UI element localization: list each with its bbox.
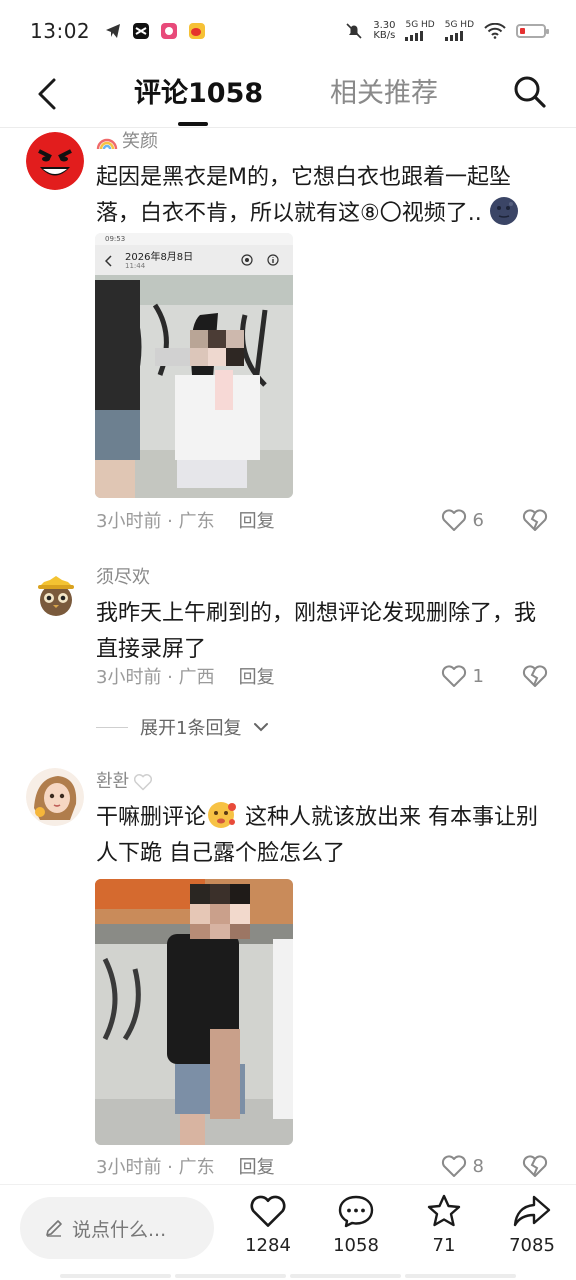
back-button[interactable]	[26, 74, 66, 114]
signal-sim1: 5G HD	[405, 21, 435, 41]
dislike-button[interactable]	[522, 1154, 548, 1178]
status-bar: 13:02 3.30 KB/s 5G HD 5G HD	[0, 0, 576, 62]
tab-indicator	[178, 122, 208, 126]
like-button[interactable]: 1	[441, 664, 484, 688]
comment-time-location: 3小时前 · 广东	[96, 1157, 215, 1178]
expand-divider	[96, 726, 128, 728]
comment-meta: 3小时前 · 广东 回复 8	[96, 1151, 548, 1181]
reply-button[interactable]: 回复	[239, 663, 275, 689]
heart-icon	[441, 665, 466, 687]
favorite-action[interactable]: 71	[404, 1193, 484, 1256]
home-indicator	[60, 1274, 516, 1278]
rainbow-icon	[96, 138, 118, 150]
avatar[interactable]	[32, 570, 80, 618]
comment-meta: 3小时前 · 广东 回复 6	[96, 505, 548, 535]
app-icon	[161, 23, 178, 39]
net-speed: 3.30 KB/s	[373, 20, 396, 41]
star-icon	[427, 1194, 461, 1227]
signal-bars-icon	[444, 30, 474, 41]
dislike-button[interactable]	[522, 508, 548, 532]
photo-image	[95, 879, 293, 1145]
comment-action[interactable]: 1058	[316, 1193, 396, 1256]
avatar[interactable]	[26, 768, 84, 826]
dislike-button[interactable]	[522, 664, 548, 688]
like-button[interactable]: 6	[441, 508, 484, 532]
comment-bubble-icon	[338, 1195, 374, 1228]
comment-input[interactable]: 说点什么...	[20, 1197, 214, 1259]
signal-sim2: 5G HD	[444, 21, 474, 41]
weibo-icon	[189, 23, 206, 39]
mute-bell-icon	[346, 23, 362, 39]
comment-text: 干嘛删评论 这种人就该放出来 有本事让别人下跪 自己露个脸怎么了	[96, 800, 548, 872]
dislike-heart-icon	[522, 509, 548, 531]
pencil-icon	[46, 1220, 62, 1237]
heart-icon	[441, 509, 466, 531]
heart-icon	[250, 1195, 286, 1227]
tab-comments[interactable]: 评论1058	[134, 74, 263, 114]
avatar[interactable]	[26, 132, 84, 190]
like-button[interactable]: 8	[441, 1154, 484, 1178]
comment-author[interactable]: 笑颜	[96, 128, 548, 156]
comment-time-location: 3小时前 · 广东	[96, 511, 215, 532]
dislike-heart-icon	[522, 665, 548, 687]
hot-face-emoji-icon	[208, 802, 237, 828]
share-action[interactable]: 7085	[492, 1193, 572, 1256]
search-button[interactable]	[510, 72, 550, 112]
share-arrow-icon	[513, 1195, 551, 1227]
tab-related[interactable]: 相关推荐	[330, 74, 438, 114]
reply-button[interactable]: 回复	[239, 1153, 275, 1179]
chevron-down-icon	[254, 723, 269, 732]
white-heart-icon	[134, 774, 153, 791]
heart-icon	[441, 1155, 466, 1177]
status-time: 13:02	[30, 19, 91, 43]
comment-image-screenshot[interactable]: 09:53 2026年8月8日 11:44	[95, 233, 293, 498]
back-arrow-icon	[38, 78, 56, 110]
comment-time-location: 3小时前 · 广西	[96, 667, 215, 688]
search-icon	[514, 76, 546, 108]
dislike-heart-icon	[522, 1155, 548, 1177]
moon-face-icon	[489, 197, 518, 225]
capcut-icon	[133, 23, 150, 39]
battery-icon	[516, 24, 549, 38]
comment-text: 起因是黑衣是M的，它想白衣也跟着一起坠落，白衣不肯，所以就有这⑧〇视频了..	[96, 160, 548, 232]
bottom-action-bar: 说点什么... 1284 1058 71 7085	[0, 1184, 576, 1280]
signal-bars-icon	[405, 30, 434, 41]
screenshot-status-bar: 09:53	[95, 233, 293, 245]
comment-author[interactable]: 须尽欢	[96, 564, 548, 592]
comment-meta: 3小时前 · 广西 回复 1	[96, 661, 548, 691]
expand-replies-button[interactable]: 展开1条回复	[96, 712, 269, 742]
telegram-icon	[106, 24, 121, 38]
like-action[interactable]: 1284	[228, 1193, 308, 1256]
comment-image-photo[interactable]	[95, 879, 293, 1145]
header: 评论1058 相关推荐	[0, 62, 576, 128]
screenshot-header: 2026年8月8日 11:44	[95, 245, 293, 275]
wifi-icon	[484, 23, 506, 39]
reply-button[interactable]: 回复	[239, 507, 275, 533]
notification-icons	[104, 22, 206, 40]
system-icons: 3.30 KB/s 5G HD 5G HD	[345, 20, 549, 41]
comment-text: 我昨天上午刷到的，刚想评论发现删除了，我直接录屏了	[96, 601, 537, 662]
screenshot-photo	[95, 275, 293, 498]
comment-author[interactable]: 환환	[96, 768, 548, 796]
